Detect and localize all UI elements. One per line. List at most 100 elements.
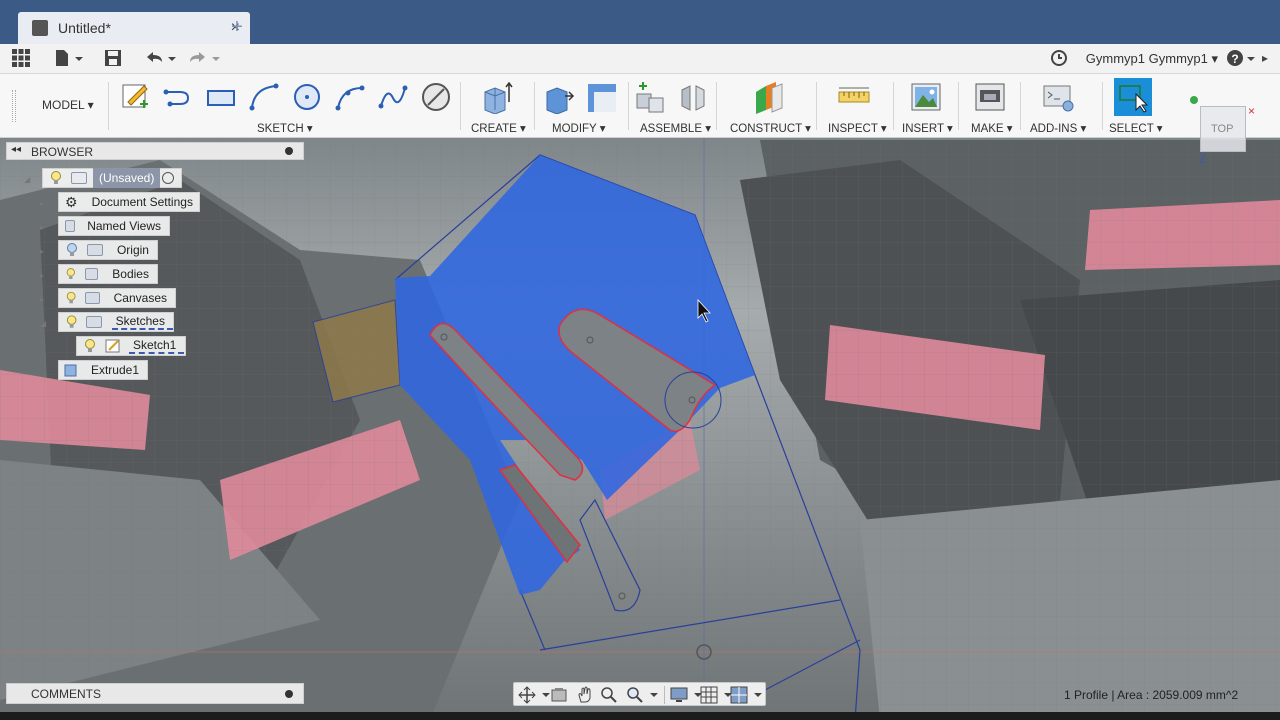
stop-sketch-icon[interactable]	[420, 80, 452, 114]
tree-item-label: Sketch1	[129, 338, 185, 354]
pan-hand-icon[interactable]	[576, 686, 594, 704]
lightbulb-icon[interactable]	[65, 267, 77, 281]
lightbulb-icon[interactable]	[65, 291, 77, 305]
tree-item-named-views[interactable]: Named Views	[58, 216, 170, 236]
tree-item-sketch1[interactable]: Sketch1	[76, 336, 186, 356]
collapse-arrow-icon[interactable]: ◢	[40, 319, 46, 328]
three-point-arc-icon[interactable]	[334, 80, 366, 114]
sketch-icon	[105, 339, 120, 353]
timeline-item-extrude1[interactable]: Extrude1	[58, 360, 148, 380]
orbit-icon[interactable]	[518, 686, 552, 704]
expand-arrow-icon[interactable]: ▸	[40, 247, 44, 256]
undo-icon[interactable]	[144, 49, 178, 69]
add-comment-icon[interactable]	[285, 690, 293, 698]
axis-z-icon: Z	[1199, 152, 1207, 166]
new-tab-button[interactable]: +	[226, 16, 248, 40]
scripts-icon[interactable]	[1042, 80, 1074, 114]
look-at-icon[interactable]	[550, 686, 568, 704]
select-tool-icon[interactable]	[1114, 78, 1152, 116]
document-tab[interactable]: Untitled* ×	[18, 12, 250, 44]
view-cube[interactable]: TOP	[1200, 106, 1246, 152]
collapse-panel-icon[interactable]: ◂◂	[11, 144, 21, 155]
redo-icon[interactable]	[188, 49, 222, 69]
extrude-feature-icon	[64, 364, 77, 377]
addins-menu[interactable]: ADD-INS ▾	[1030, 121, 1086, 135]
joint-icon[interactable]	[678, 80, 710, 114]
tree-item-document-settings[interactable]: ⚙ Document Settings	[58, 192, 200, 212]
fillet-icon[interactable]	[586, 80, 618, 114]
tree-item-root[interactable]: (Unsaved)	[42, 168, 182, 188]
tree-item-label: Document Settings	[91, 195, 193, 209]
expand-arrow-icon[interactable]: ▸	[40, 295, 44, 304]
comments-panel-header[interactable]: COMMENTS	[6, 683, 304, 704]
tree-item-sketches[interactable]: Sketches	[58, 312, 174, 332]
separator	[1102, 82, 1103, 130]
grid-settings-icon[interactable]	[700, 686, 734, 704]
new-component-icon[interactable]	[635, 80, 667, 114]
folder-icon	[86, 244, 103, 256]
canvas-viewport[interactable]	[0, 138, 1280, 720]
viewports-icon[interactable]	[730, 686, 764, 704]
pin-icon[interactable]	[285, 147, 293, 155]
separator	[958, 82, 959, 130]
display-settings-icon[interactable]	[670, 686, 704, 704]
tree-item-canvases[interactable]: Canvases	[58, 288, 176, 308]
measure-icon[interactable]	[838, 80, 870, 114]
construct-menu[interactable]: CONSTRUCT ▾	[730, 121, 811, 135]
inspect-menu[interactable]: INSPECT ▾	[828, 121, 887, 135]
tree-item-label: Sketches	[111, 314, 173, 330]
circle-tool-icon[interactable]	[291, 80, 323, 114]
press-pull-icon[interactable]	[543, 80, 575, 114]
assemble-menu[interactable]: ASSEMBLE ▾	[640, 121, 711, 135]
separator	[534, 82, 535, 130]
tree-item-label: Named Views	[87, 219, 161, 233]
insert-canvas-icon[interactable]	[910, 80, 942, 114]
lightbulb-icon[interactable]	[83, 339, 97, 353]
tree-item-label: Canvases	[113, 291, 167, 305]
make-menu[interactable]: MAKE ▾	[971, 121, 1013, 135]
zoom-icon[interactable]	[600, 686, 618, 704]
view-cube-face[interactable]: TOP	[1211, 123, 1233, 135]
job-status-icon[interactable]	[1050, 49, 1068, 69]
workspace-switcher[interactable]: MODEL ▾	[42, 98, 94, 112]
file-menu-icon[interactable]	[54, 49, 84, 69]
sketch-menu[interactable]: SKETCH ▾	[257, 121, 313, 135]
data-panel-icon[interactable]	[12, 49, 30, 69]
select-menu[interactable]: SELECT ▾	[1109, 121, 1163, 135]
tree-item-origin[interactable]: Origin	[58, 240, 158, 260]
create-sketch-icon[interactable]	[120, 80, 152, 114]
toolbar-grip[interactable]	[12, 90, 16, 122]
activate-radio-icon[interactable]	[162, 172, 175, 184]
help-icon[interactable]: ?	[1226, 49, 1256, 72]
spline-tool-icon[interactable]	[377, 80, 409, 114]
extrude-icon[interactable]	[481, 80, 513, 114]
tree-item-bodies[interactable]: Bodies	[58, 264, 158, 284]
user-menu[interactable]: Gymmyp1 Gymmyp1 ▾	[1086, 51, 1218, 67]
overflow-icon[interactable]: ▸	[1262, 48, 1268, 68]
save-icon[interactable]	[104, 49, 122, 69]
rectangle-tool-icon[interactable]	[205, 80, 237, 114]
separator	[893, 82, 894, 130]
offset-plane-icon[interactable]	[752, 80, 784, 114]
axis-x-icon: ×	[1248, 104, 1256, 118]
arc-tool-icon[interactable]	[248, 80, 280, 114]
separator	[1020, 82, 1021, 130]
modify-menu[interactable]: MODIFY ▾	[552, 121, 605, 135]
expand-arrow-icon[interactable]: ▸	[40, 199, 44, 208]
fit-icon[interactable]	[626, 686, 660, 704]
create-menu[interactable]: CREATE ▾	[471, 121, 526, 135]
lightbulb-icon[interactable]	[49, 171, 63, 185]
expand-arrow-icon[interactable]: ▸	[40, 223, 44, 232]
comments-title: COMMENTS	[31, 687, 101, 701]
browser-panel-header[interactable]: ◂◂ BROWSER	[6, 142, 304, 160]
document-icon	[32, 20, 48, 36]
lightbulb-icon[interactable]	[65, 315, 78, 329]
line-tool-icon[interactable]	[162, 80, 194, 114]
insert-menu[interactable]: INSERT ▾	[902, 121, 953, 135]
3d-print-icon[interactable]	[974, 80, 1006, 114]
expand-arrow-icon[interactable]: ▸	[40, 271, 44, 280]
browser-title: BROWSER	[31, 145, 94, 159]
expand-arrow-icon[interactable]: ◢	[24, 175, 30, 184]
folder-icon	[65, 220, 76, 232]
lightbulb-icon[interactable]	[65, 243, 79, 257]
